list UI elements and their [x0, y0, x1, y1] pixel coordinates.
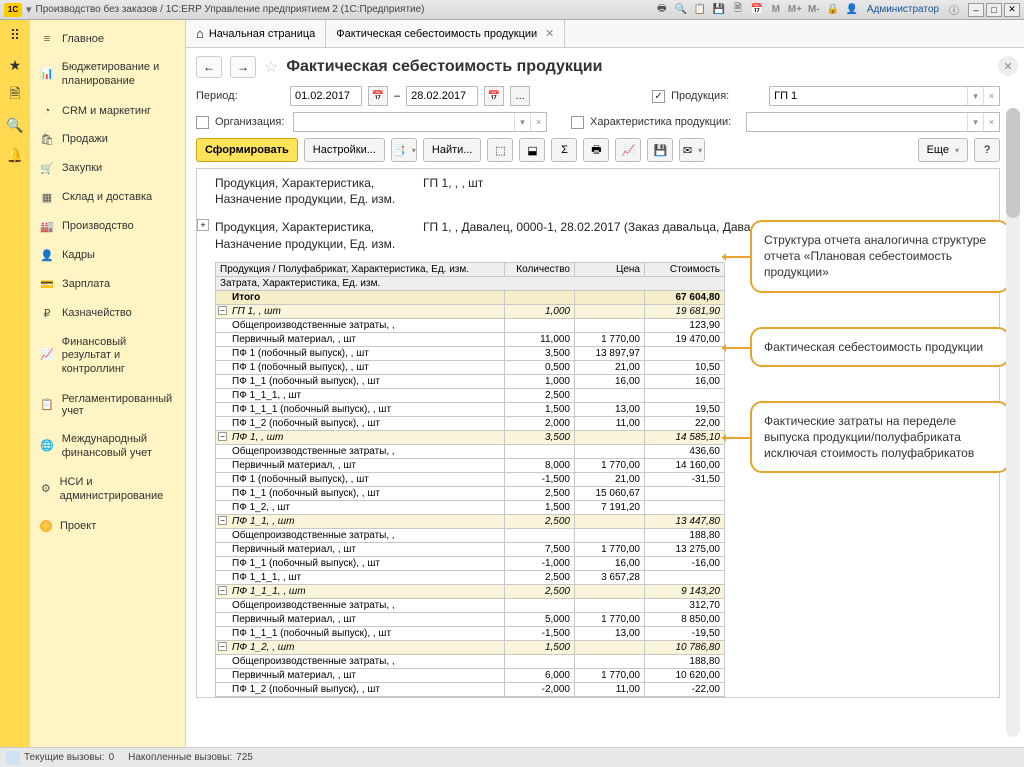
lock-icon[interactable]: 🔒: [825, 2, 841, 18]
scrollbar[interactable]: [1006, 108, 1020, 737]
current-user[interactable]: Администратор: [863, 2, 943, 18]
report-area: + Продукция, Характеристика, Назначение …: [196, 168, 1000, 698]
nav-forward-button[interactable]: →: [230, 56, 256, 78]
chevron-down-icon[interactable]: ▾: [514, 113, 530, 131]
org-checkbox[interactable]: [196, 116, 209, 129]
preview-icon[interactable]: 🔍: [673, 2, 689, 18]
sidebar-item[interactable]: 🏭Производство: [30, 213, 185, 240]
history-icon[interactable]: 🗎: [6, 86, 24, 104]
period-label: Период:: [196, 90, 248, 102]
calc-icon[interactable]: 🗎: [730, 2, 746, 18]
report-table[interactable]: Продукция / Полуфабрикат, Характеристика…: [215, 262, 725, 697]
tabs: ⌂Начальная страница Фактическая себестои…: [186, 20, 1024, 48]
sidebar-item[interactable]: ₽Казначейство: [30, 300, 185, 327]
print-button[interactable]: 🖶: [583, 138, 609, 162]
toolstrip: ⠿ ★ 🗎 🔍 🔔: [0, 20, 30, 747]
favorites-icon[interactable]: ★: [6, 56, 24, 74]
chevron-down-icon[interactable]: ▾: [967, 113, 983, 131]
sidebar-item[interactable]: 📈Финансовый результат и контроллинг: [30, 329, 185, 384]
settings-button[interactable]: Настройки...: [304, 138, 385, 162]
nav-back-button[interactable]: ←: [196, 56, 222, 78]
sidebar-item[interactable]: ⚙НСИ и администрирование: [30, 469, 185, 511]
sidebar-item[interactable]: 📊Бюджетирование и планирование: [30, 54, 185, 96]
close-page-icon[interactable]: ✕: [998, 56, 1018, 76]
calendar-icon[interactable]: 📅: [749, 2, 765, 18]
date-from-input[interactable]: [290, 86, 362, 106]
char-checkbox[interactable]: [571, 116, 584, 129]
zoom-normal-icon[interactable]: M: [768, 2, 784, 18]
content: ⌂Начальная страница Фактическая себестои…: [185, 20, 1024, 747]
sidebar-item[interactable]: 📋Регламентированный учет: [30, 386, 185, 424]
product-label: Продукция:: [671, 90, 763, 102]
zoom-out-icon[interactable]: M-: [806, 2, 822, 18]
org-select[interactable]: ▾ ×: [293, 112, 547, 132]
sidebar-item[interactable]: 🛍Продажи: [30, 126, 185, 153]
zoom-in-icon[interactable]: M+: [787, 2, 803, 18]
clear-icon[interactable]: ×: [530, 113, 546, 131]
help-button[interactable]: ?: [974, 138, 1000, 162]
sidebar-item[interactable]: Проект: [30, 513, 185, 539]
calendar-to-icon[interactable]: 📅: [484, 86, 504, 106]
info-icon[interactable]: ⓘ: [946, 2, 962, 18]
clear-icon[interactable]: ×: [983, 113, 999, 131]
favorite-icon[interactable]: ☆: [264, 57, 278, 77]
product-checkbox[interactable]: [652, 90, 665, 103]
user-icon[interactable]: 👤: [844, 2, 860, 18]
titlebar: 1C ▾ Производство без заказов / 1С:ERP У…: [0, 0, 1024, 20]
toolbar: Сформировать Настройки... 📑▾ Найти... ⬚ …: [196, 138, 1000, 162]
sidebar: ≡Главное📊Бюджетирование и планирование◔C…: [30, 20, 185, 747]
app-logo: 1C: [4, 3, 22, 17]
chevron-down-icon[interactable]: ▾: [967, 87, 983, 105]
search-icon[interactable]: 🔍: [6, 116, 24, 134]
sidebar-item[interactable]: 👤Кадры: [30, 242, 185, 269]
apps-icon[interactable]: ⠿: [6, 26, 24, 44]
save-icon[interactable]: 💾: [711, 2, 727, 18]
status-icon: [6, 751, 20, 765]
tab-home[interactable]: ⌂Начальная страница: [186, 20, 326, 47]
home-icon: ⌂: [196, 26, 204, 41]
calendar-from-icon[interactable]: 📅: [368, 86, 388, 106]
clear-icon[interactable]: ×: [983, 87, 999, 105]
scroll-thumb[interactable]: [1006, 108, 1020, 218]
period-pick-button[interactable]: …: [510, 86, 530, 106]
dropdown-icon[interactable]: ▾: [26, 3, 32, 16]
org-label: Организация:: [215, 116, 287, 128]
page-title: Фактическая себестоимость продукции: [286, 58, 602, 76]
clipboard-icon[interactable]: 📋: [692, 2, 708, 18]
sidebar-item[interactable]: 🌐Международный финансовый учет: [30, 426, 185, 468]
char-select[interactable]: ▾ ×: [746, 112, 1000, 132]
print-icon[interactable]: 🖶: [654, 2, 670, 18]
sidebar-item[interactable]: ≡Главное: [30, 26, 185, 52]
sidebar-item[interactable]: ▦Склад и доставка: [30, 184, 185, 211]
char-label: Характеристика продукции:: [590, 116, 740, 128]
mail-button[interactable]: ✉▾: [679, 138, 705, 162]
close-window-icon[interactable]: ✕: [1004, 3, 1020, 17]
form-button[interactable]: Сформировать: [196, 138, 298, 162]
sidebar-item[interactable]: 🛒Закупки: [30, 155, 185, 182]
more-button[interactable]: Еще▾: [918, 138, 968, 162]
expand-button[interactable]: ⬚: [487, 138, 513, 162]
sum-button[interactable]: Σ: [551, 138, 577, 162]
chart-button[interactable]: 📈: [615, 138, 641, 162]
page: ✕ ← → ☆ Фактическая себестоимость продук…: [186, 48, 1024, 747]
window-title: Производство без заказов / 1С:ERP Управл…: [36, 4, 425, 15]
tab-active[interactable]: Фактическая себестоимость продукции✕: [326, 20, 565, 47]
notifications-icon[interactable]: 🔔: [6, 146, 24, 164]
statusbar: Текущие вызовы: 0 Накопленные вызовы: 72…: [0, 747, 1024, 767]
filter-button[interactable]: 📑▾: [391, 138, 417, 162]
titlebar-icons: 🖶 🔍 📋 💾 🗎 📅 M M+ M- 🔒 👤 Администратор ⓘ: [654, 2, 962, 18]
product-select[interactable]: ГП 1 ▾ ×: [769, 86, 1000, 106]
minimize-icon[interactable]: –: [968, 3, 984, 17]
date-to-input[interactable]: [406, 86, 478, 106]
sidebar-item[interactable]: 💳Зарплата: [30, 271, 185, 298]
close-tab-icon[interactable]: ✕: [545, 27, 554, 40]
sidebar-item[interactable]: ◔CRM и маркетинг: [30, 98, 185, 124]
expand-all-icon[interactable]: +: [197, 219, 209, 231]
find-button[interactable]: Найти...: [423, 138, 482, 162]
collapse-button[interactable]: ⬓: [519, 138, 545, 162]
save-button[interactable]: 💾: [647, 138, 673, 162]
maximize-icon[interactable]: □: [986, 3, 1002, 17]
